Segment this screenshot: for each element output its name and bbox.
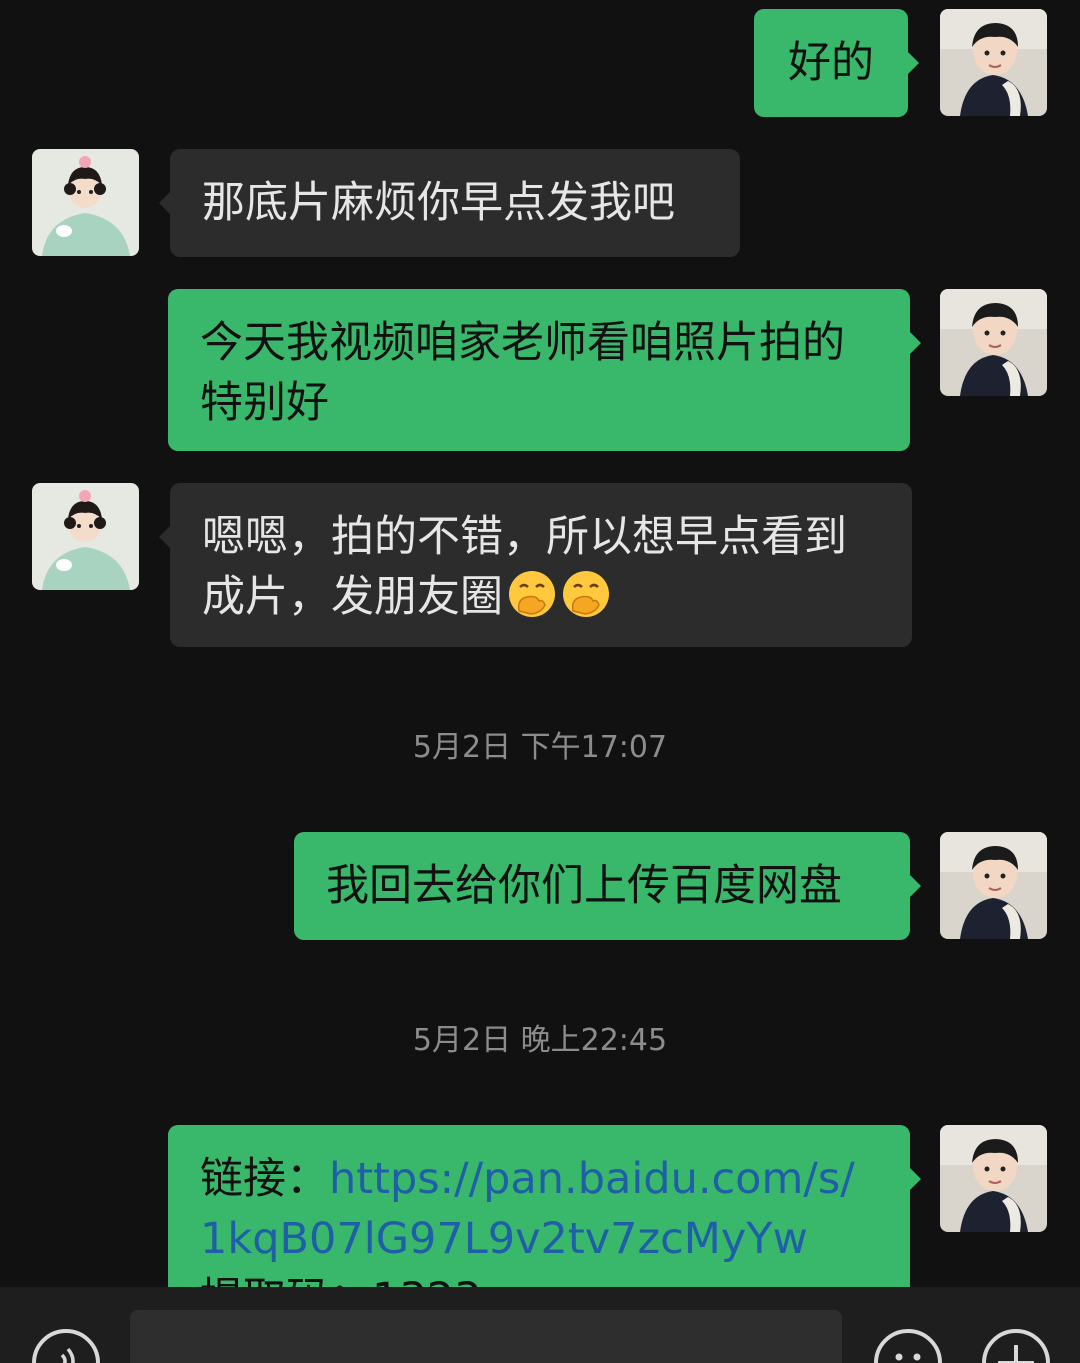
- extraction-code: 提取码：1323: [200, 1274, 481, 1287]
- timestamp: 5月2日 下午17:07: [412, 730, 668, 765]
- message-bubble-received[interactable]: 嗯嗯，拍的不错，所以想早点看到成片，发朋友圈: [159, 483, 912, 647]
- message-input[interactable]: [130, 1310, 842, 1363]
- message-text: 我回去给你们上传百度网盘: [326, 861, 842, 911]
- message-bubble-sent[interactable]: 今天我视频咱家老师看咱照片拍的特别好: [168, 289, 921, 451]
- add-icon[interactable]: [982, 1329, 1050, 1363]
- message-bubble-sent[interactable]: 链接：https://pan.baidu.com/s/1kqB07lG97L9v…: [168, 1125, 921, 1287]
- message-bubble-sent[interactable]: 好的: [754, 9, 919, 117]
- my-avatar[interactable]: [940, 832, 1047, 939]
- contact-avatar[interactable]: [32, 483, 139, 590]
- emoji-icon[interactable]: [874, 1329, 942, 1363]
- input-bar: [0, 1287, 1080, 1363]
- my-avatar[interactable]: [940, 1125, 1047, 1232]
- face-with-hand-over-mouth-icon: [509, 571, 555, 617]
- my-avatar[interactable]: [940, 9, 1047, 116]
- message-bubble-received[interactable]: 那底片麻烦你早点发我吧: [159, 149, 740, 257]
- voice-icon[interactable]: [32, 1329, 100, 1363]
- contact-avatar[interactable]: [32, 149, 139, 256]
- message-bubble-sent[interactable]: 我回去给你们上传百度网盘: [294, 832, 921, 940]
- message-text: 今天我视频咱家老师看咱照片拍的特别好: [200, 318, 845, 428]
- face-with-hand-over-mouth-icon: [563, 571, 609, 617]
- timestamp: 5月2日 晚上22:45: [412, 1023, 668, 1058]
- my-avatar[interactable]: [940, 289, 1047, 396]
- message-text: 那底片麻烦你早点发我吧: [202, 178, 675, 228]
- link-prefix: 链接：: [200, 1154, 329, 1204]
- chat-area[interactable]: 好的 那底片麻烦你早点发我吧 今天我视频咱家老师看咱照片拍的特别好 嗯嗯，拍的不…: [0, 0, 1080, 1287]
- message-text: 好的: [788, 38, 874, 88]
